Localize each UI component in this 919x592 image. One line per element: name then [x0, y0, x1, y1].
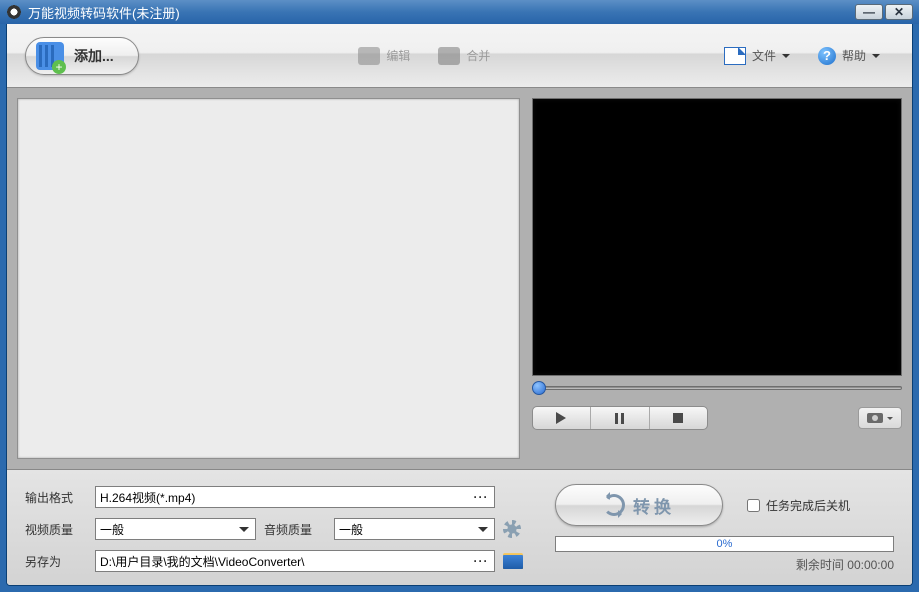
video-quality-value: 一般: [100, 521, 237, 538]
shutdown-checkbox[interactable]: 任务完成后关机: [747, 497, 850, 514]
audio-quality-label: 音频质量: [264, 521, 326, 538]
remaining-label: 剩余时间: [796, 558, 844, 572]
seek-thumb[interactable]: [532, 381, 546, 395]
video-quality-select[interactable]: 一般: [95, 518, 256, 540]
stop-button[interactable]: [650, 407, 707, 429]
window-title: 万能视频转码软件(未注册): [28, 3, 853, 22]
edit-icon: [358, 47, 380, 65]
video-preview: [532, 98, 902, 376]
merge-label: 合并: [466, 47, 490, 64]
play-button[interactable]: [533, 407, 591, 429]
pause-icon: [615, 413, 624, 424]
bottom-panel: 输出格式 H.264视频(*.mp4) ··· 视频质量 一般 音频质量 一般: [7, 469, 912, 585]
remaining-time: 剩余时间 00:00:00: [796, 556, 894, 573]
help-menu-label: 帮助: [842, 47, 866, 64]
pause-button[interactable]: [591, 407, 649, 429]
save-as-value: D:\用户目录\我的文档\VideoConverter\: [100, 553, 472, 570]
settings: 输出格式 H.264视频(*.mp4) ··· 视频质量 一般 音频质量 一般: [25, 484, 525, 575]
video-quality-label: 视频质量: [25, 521, 87, 538]
chevron-down-icon: [782, 54, 790, 62]
chevron-down-icon: [476, 521, 490, 537]
seek-slider[interactable]: [532, 382, 902, 394]
add-button[interactable]: 添加...: [25, 37, 139, 75]
toolbar: 添加... 编辑 合并 文件 ? 帮助: [7, 24, 912, 88]
chevron-down-icon: [872, 54, 880, 62]
main-area: [7, 88, 912, 469]
chevron-down-icon: [887, 417, 893, 423]
file-menu[interactable]: 文件: [724, 47, 790, 65]
remaining-value: 00:00:00: [847, 558, 894, 572]
progress-text: 0%: [556, 537, 893, 551]
action-column: 转换 任务完成后关机 0% 剩余时间 00:00:00: [525, 484, 894, 575]
output-format-label: 输出格式: [25, 489, 87, 506]
snapshot-button[interactable]: [858, 407, 902, 429]
convert-button[interactable]: 转换: [555, 484, 723, 526]
edit-button[interactable]: 编辑: [358, 47, 410, 65]
save-as-browse[interactable]: ···: [472, 554, 490, 568]
play-icon: [556, 412, 572, 424]
audio-quality-value: 一般: [339, 521, 476, 538]
merge-icon: [438, 47, 460, 65]
merge-button[interactable]: 合并: [438, 47, 490, 65]
convert-icon: [603, 494, 625, 516]
help-menu[interactable]: ? 帮助: [818, 47, 880, 65]
title-bar: 万能视频转码软件(未注册) — ✕: [0, 0, 919, 24]
save-as-label: 另存为: [25, 553, 87, 570]
settings-gear-icon[interactable]: [503, 520, 521, 538]
camera-icon: [867, 413, 883, 423]
preview-pane: [532, 98, 902, 459]
shutdown-label: 任务完成后关机: [766, 497, 850, 514]
convert-label: 转换: [633, 493, 675, 518]
app-icon: [6, 4, 22, 20]
file-list[interactable]: [17, 98, 520, 459]
minimize-button[interactable]: —: [855, 4, 883, 20]
add-button-label: 添加...: [74, 46, 114, 66]
add-video-icon: [36, 42, 64, 70]
shutdown-checkbox-input[interactable]: [747, 499, 760, 512]
output-format-value: H.264视频(*.mp4): [100, 489, 472, 506]
progress-bar: 0%: [555, 536, 894, 552]
audio-quality-select[interactable]: 一般: [334, 518, 495, 540]
edit-label: 编辑: [386, 47, 410, 64]
close-button[interactable]: ✕: [885, 4, 913, 20]
file-icon: [724, 47, 746, 65]
stop-icon: [673, 413, 683, 423]
file-menu-label: 文件: [752, 47, 776, 64]
output-format-field[interactable]: H.264视频(*.mp4) ···: [95, 486, 495, 508]
chevron-down-icon: [237, 521, 251, 537]
open-folder-icon[interactable]: [503, 553, 523, 569]
player-controls: [532, 404, 902, 432]
help-icon: ?: [818, 47, 836, 65]
output-format-browse[interactable]: ···: [472, 490, 490, 504]
save-as-field[interactable]: D:\用户目录\我的文档\VideoConverter\ ···: [95, 550, 495, 572]
